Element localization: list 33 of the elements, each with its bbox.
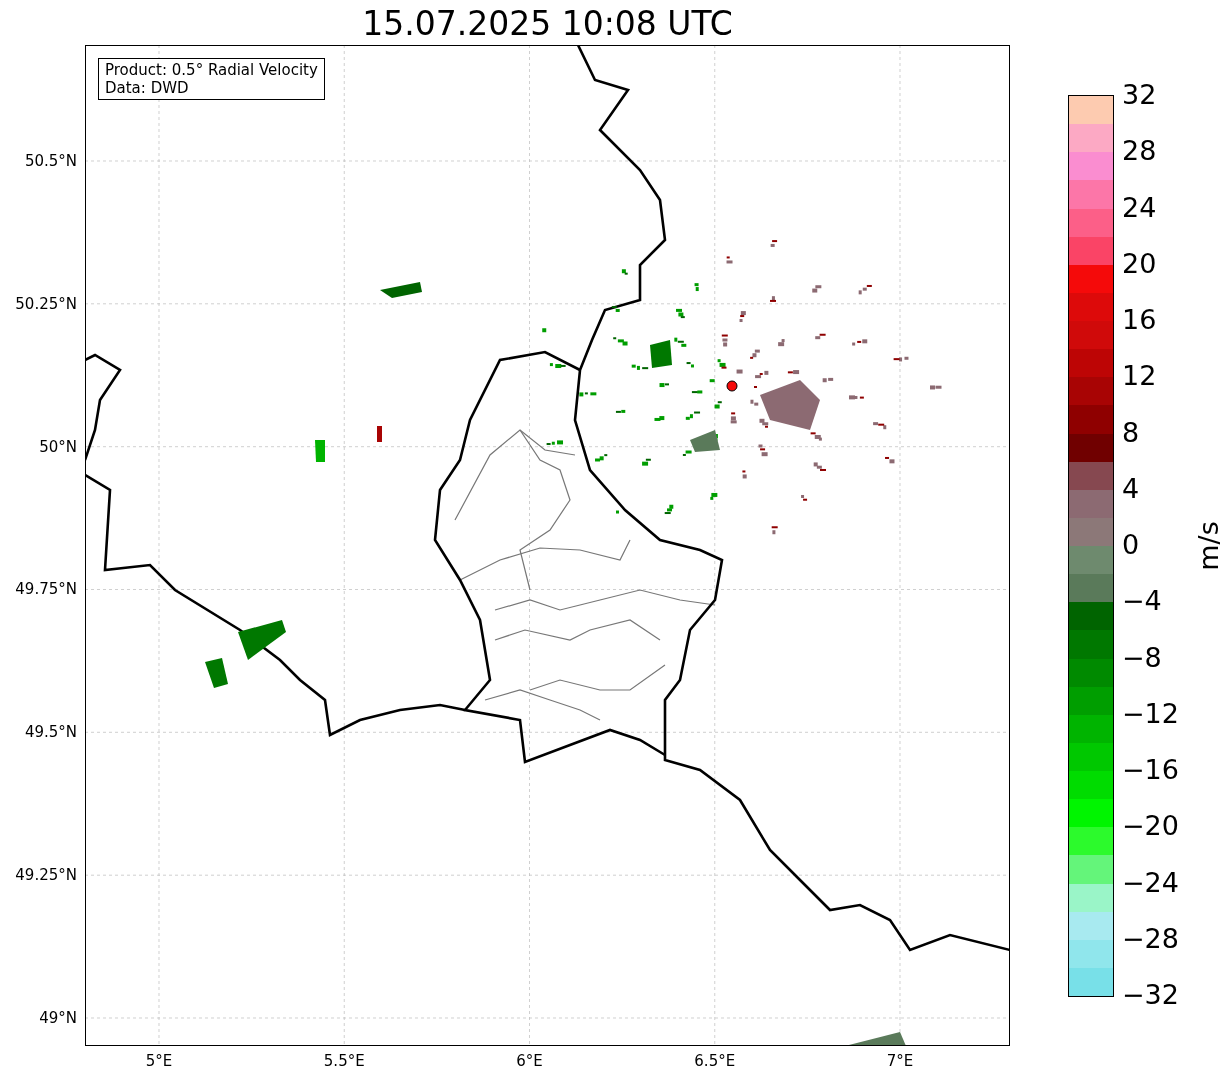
colorbar-tick-label: 20	[1122, 248, 1157, 279]
longitude-label: 5.5°E	[323, 1052, 365, 1070]
colorbar-tick-label: −12	[1122, 698, 1179, 729]
colorbar-tick-label: 28	[1122, 136, 1157, 167]
latitude-label: 49°N	[39, 1008, 77, 1027]
colorbar-tick-label: 32	[1122, 80, 1157, 110]
colorbar-tick-label: −16	[1122, 755, 1179, 785]
colorbar-tick-label: −4	[1122, 586, 1162, 617]
colorbar-tick-label: 16	[1122, 305, 1157, 335]
colorbar-tick-label: 24	[1122, 192, 1157, 223]
latitude-label: 50°N	[39, 437, 77, 456]
colorbar-tick-label: 4	[1122, 473, 1140, 504]
longitude-label: 5°E	[145, 1052, 173, 1070]
colorbar-tick-label: −8	[1122, 642, 1162, 673]
colorbar-tick-label: −24	[1122, 867, 1179, 898]
colorbar-tick-label: 12	[1122, 361, 1157, 392]
colorbar-tick-label: −28	[1122, 923, 1179, 954]
info-text: Product: 0.5° Radial Velocity	[105, 61, 318, 79]
chart-title: 15.07.2025 10:08 UTC	[362, 3, 733, 45]
colorbar-tick-label: 0	[1122, 530, 1140, 560]
colorbar-tick-label: −32	[1122, 980, 1179, 1010]
longitude-label: 7°E	[886, 1052, 914, 1070]
latitude-label: 50.5°N	[24, 152, 77, 170]
latitude-label: 49.5°N	[24, 723, 77, 742]
longitude-label: 6°E	[516, 1052, 543, 1070]
latitude-label: 50.25°N	[15, 294, 77, 313]
colorbar-tick-label: 8	[1122, 417, 1140, 448]
colorbar-tick-label: −20	[1122, 811, 1179, 842]
latitude-label: 49.25°N	[15, 866, 77, 885]
colorbar-label: m/s	[1194, 521, 1224, 571]
info-text: Data: DWD	[105, 79, 190, 97]
latitude-label: 49.75°N	[15, 580, 77, 599]
longitude-label: 6.5°E	[694, 1052, 736, 1070]
